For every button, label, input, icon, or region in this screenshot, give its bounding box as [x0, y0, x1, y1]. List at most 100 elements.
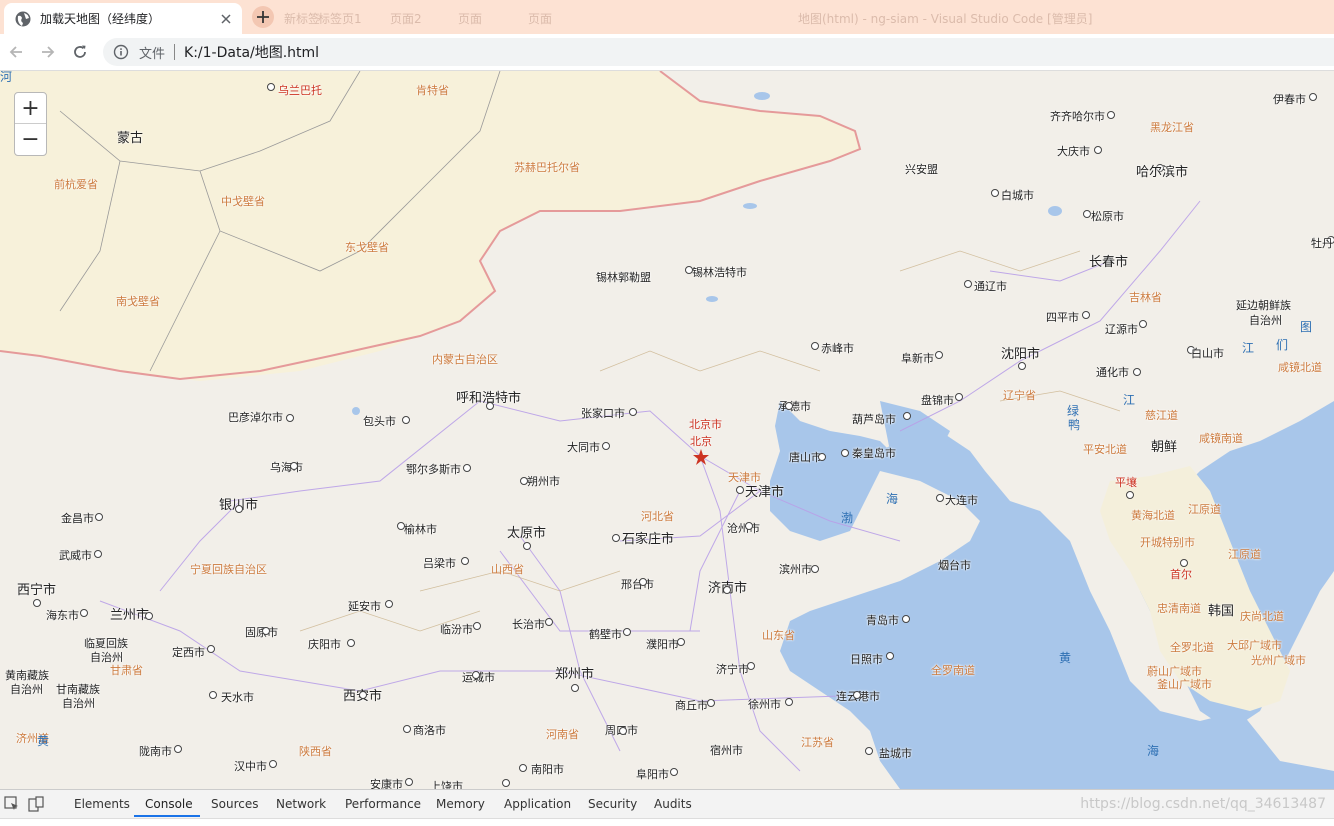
- info-icon[interactable]: [113, 44, 129, 60]
- city-marker-icon: [403, 725, 411, 733]
- map-label: 宁夏回族自治区: [190, 563, 267, 576]
- city-marker-icon: [1309, 93, 1317, 101]
- map-label: 渤: [841, 511, 854, 525]
- background-tab[interactable]: 页面2: [390, 10, 422, 27]
- window-title: 地图(html) - ng-siam - Visual Studio Code …: [798, 12, 1093, 26]
- city-marker-icon: [523, 542, 531, 550]
- city-marker-icon: [1094, 146, 1102, 154]
- map-label: 鄂尔多斯市: [406, 463, 461, 476]
- city-marker-icon: [811, 342, 819, 350]
- city-marker-icon: [955, 393, 963, 401]
- devtools-tab-application[interactable]: Application: [504, 797, 571, 811]
- devtools-tab-memory[interactable]: Memory: [436, 797, 485, 811]
- city-marker-icon: [267, 83, 275, 91]
- map-label: 沈阳市: [1001, 347, 1041, 362]
- map-label: 黄: [1059, 651, 1072, 665]
- map-viewport[interactable]: + − 乌兰巴托 肯特省 蒙古 前杭爱省 中戈壁省 东戈壁省 苏赫巴托尔省 南戈壁省 锡林郭勒盟…: [0, 71, 1334, 789]
- devtools-tab-console[interactable]: Console: [145, 797, 193, 811]
- city-marker-icon: [461, 557, 469, 565]
- map-label: 自治州: [62, 697, 95, 710]
- map-label: 邢台市: [621, 578, 654, 591]
- map-label: 上饶市: [430, 780, 463, 789]
- map-label: 松原市: [1091, 210, 1124, 223]
- map-label: 肯特省: [416, 84, 449, 97]
- forward-button[interactable]: [37, 41, 59, 63]
- map-label: 商丘市: [675, 699, 708, 712]
- map-label: 苏赫巴托尔省: [514, 161, 580, 174]
- background-tab[interactable]: 新标签: [284, 10, 320, 27]
- map-label: 白山市: [1191, 347, 1224, 360]
- map-label: 盐城市: [879, 747, 912, 760]
- device-toolbar-icon[interactable]: [28, 796, 44, 812]
- zoom-in-button[interactable]: +: [15, 93, 46, 124]
- inspect-icon[interactable]: [4, 796, 20, 812]
- city-marker-icon: [602, 442, 610, 450]
- map-label: 濮阳市: [646, 638, 679, 651]
- close-icon[interactable]: [216, 9, 236, 29]
- city-marker-icon: [519, 764, 527, 772]
- map-label: 滨州市: [779, 563, 812, 576]
- map-label: 长春市: [1089, 255, 1129, 270]
- globe-icon: [15, 11, 31, 26]
- map-label: 甘肃省: [110, 664, 143, 677]
- map-label: 江: [1123, 393, 1136, 407]
- devtools-panel: Elements Console Sources Network Perform…: [0, 789, 1334, 826]
- city-marker-icon: [359, 691, 367, 699]
- city-marker-icon: [402, 416, 410, 424]
- scheme-label: 文件: [139, 46, 166, 62]
- reload-button[interactable]: [69, 41, 91, 63]
- map-label: 牡丹: [1311, 237, 1333, 250]
- devtools-tab-sources[interactable]: Sources: [211, 797, 258, 811]
- background-tab[interactable]: 页面: [528, 10, 552, 27]
- city-marker-icon: [207, 645, 215, 653]
- background-tab[interactable]: 标签页1: [318, 10, 362, 27]
- map-label: 朔州市: [527, 475, 560, 488]
- map-label: 平壤: [1115, 476, 1137, 489]
- map-label: 武威市: [59, 549, 92, 562]
- map-label: 延安市: [348, 600, 381, 613]
- reload-icon: [74, 45, 86, 58]
- city-marker-icon: [623, 628, 631, 636]
- devtools-tab-audits[interactable]: Audits: [654, 797, 692, 811]
- devtools-tab-performance[interactable]: Performance: [345, 797, 421, 811]
- devtools-tab-network[interactable]: Network: [276, 797, 326, 811]
- url-text[interactable]: K:/1-Data/地图.html: [184, 42, 319, 62]
- map-label: 吉林省: [1129, 291, 1162, 304]
- city-marker-icon: [463, 464, 471, 472]
- tab-strip: 加载天地图（经纬度） 新标签 标签页1 页面2 页面 页面 地图(html) -…: [0, 0, 1334, 34]
- browser-toolbar: 文件 K:/1-Data/地图.html: [0, 34, 1334, 71]
- city-marker-icon: [520, 477, 528, 485]
- map-label: 烟台市: [938, 559, 971, 572]
- map-label: 江苏省: [801, 736, 834, 749]
- city-marker-icon: [903, 412, 911, 420]
- arrow-right-icon: [42, 46, 55, 58]
- map-label: 海: [886, 492, 899, 506]
- map-label: 通辽市: [974, 280, 1007, 293]
- map-label: 金昌市: [61, 512, 94, 525]
- address-bar[interactable]: 文件 K:/1-Data/地图.html: [103, 38, 1334, 66]
- city-marker-icon: [33, 599, 41, 607]
- devtools-tab-security[interactable]: Security: [588, 797, 637, 811]
- city-marker-icon: [145, 612, 153, 620]
- map-label: 海东市: [46, 609, 79, 622]
- city-marker-icon: [1107, 111, 1115, 119]
- map-label: 内蒙古自治区: [432, 353, 498, 366]
- devtools-tab-elements[interactable]: Elements: [74, 797, 130, 811]
- map-label: 前杭爱省: [54, 178, 98, 191]
- city-marker-icon: [745, 522, 753, 530]
- tab-active[interactable]: 加载天地图（经纬度）: [4, 3, 242, 34]
- map-label: 锡林浩特市: [692, 266, 747, 279]
- map-label: 山东省: [762, 629, 795, 642]
- background-tab[interactable]: 页面: [458, 10, 482, 27]
- map-label: 大同市: [567, 441, 600, 454]
- new-tab-button[interactable]: [250, 6, 276, 28]
- zoom-out-button[interactable]: −: [15, 124, 46, 154]
- map-label: 兰州市: [110, 608, 150, 623]
- map-label: 辽宁省: [1003, 389, 1036, 402]
- map-label: 乌兰巴托: [278, 84, 322, 97]
- city-marker-icon: [747, 662, 755, 670]
- city-marker-icon: [290, 462, 298, 470]
- back-button[interactable]: [5, 41, 27, 63]
- city-marker-icon: [1133, 368, 1141, 376]
- map-label: 东戈壁省: [345, 241, 389, 254]
